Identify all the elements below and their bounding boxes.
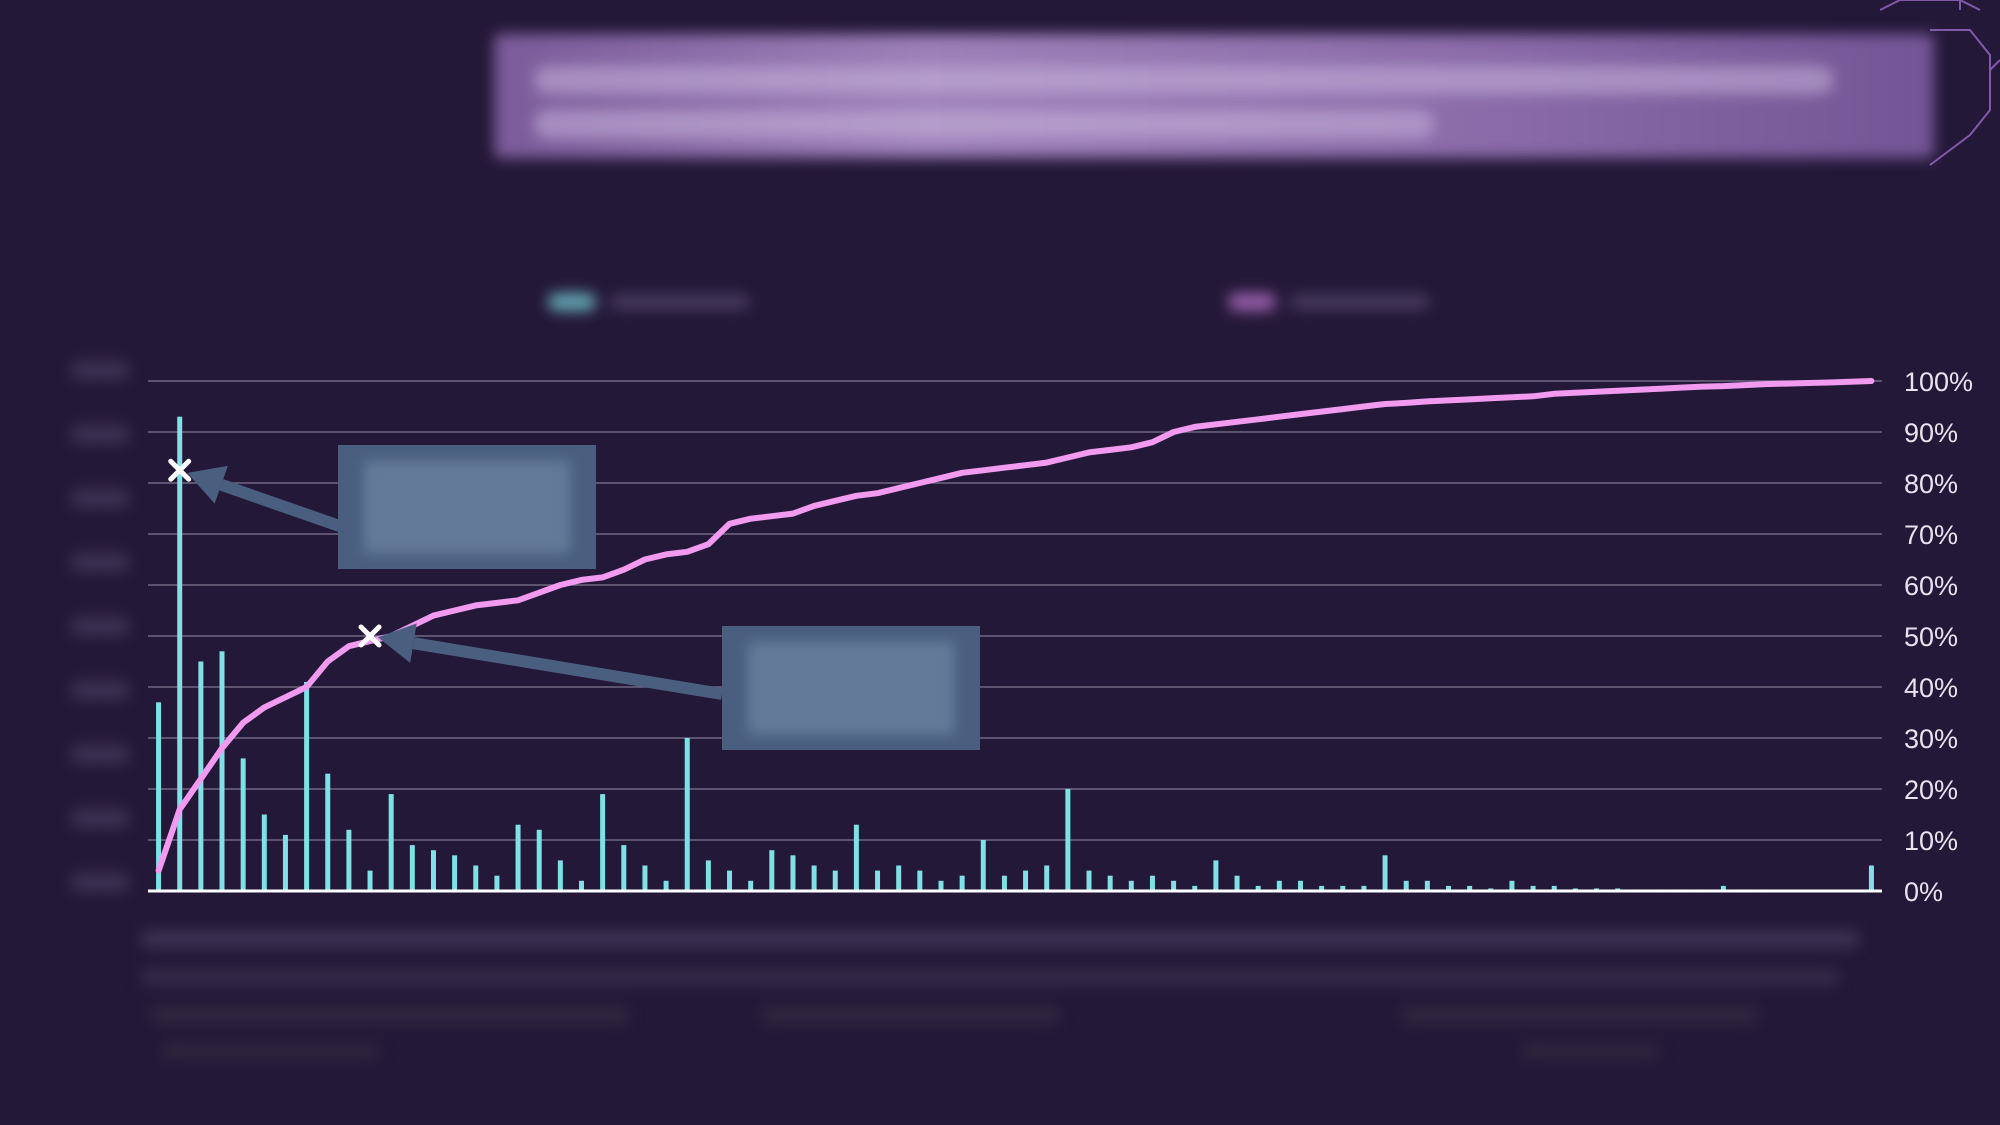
bar — [790, 855, 796, 891]
bar — [938, 880, 944, 891]
bar — [325, 773, 331, 891]
y2-tick-label: 100% — [1904, 367, 1973, 397]
bar — [367, 870, 373, 891]
bar — [240, 758, 246, 891]
bar — [642, 865, 648, 891]
y2-tick-label: 80% — [1904, 469, 1958, 499]
y2-tick-label: 60% — [1904, 571, 1958, 601]
bar — [261, 814, 267, 891]
bar — [748, 880, 754, 891]
annotation — [168, 445, 596, 569]
y2-tick-label: 30% — [1904, 724, 1958, 754]
bar — [621, 845, 627, 891]
bar — [1107, 875, 1113, 891]
bar — [346, 829, 352, 891]
bar — [1868, 865, 1874, 891]
bar — [536, 829, 542, 891]
bar — [769, 850, 775, 891]
bar — [1065, 789, 1071, 891]
bar — [1044, 865, 1050, 891]
bar — [811, 865, 817, 891]
bar — [1001, 875, 1007, 891]
bar — [875, 870, 881, 891]
bar — [684, 738, 690, 891]
bar — [1149, 875, 1155, 891]
y2-tick-label: 70% — [1904, 520, 1958, 550]
y2-tick-label: 20% — [1904, 775, 1958, 805]
annotation-text — [364, 461, 570, 553]
bar — [557, 860, 563, 891]
bar — [1424, 880, 1430, 891]
bar — [515, 824, 521, 891]
bar — [959, 875, 965, 891]
bar — [832, 870, 838, 891]
bar — [1276, 880, 1282, 891]
bar — [1086, 870, 1092, 891]
bar — [663, 880, 669, 891]
bar — [494, 875, 500, 891]
annotation-arrow — [219, 479, 350, 535]
annotation-arrowhead — [377, 623, 417, 663]
y2-tick-label: 90% — [1904, 418, 1958, 448]
bar — [1128, 880, 1134, 891]
bar — [430, 850, 436, 891]
right-axis-ticks: 0% 10% 20% 30% 40% 50% 60% 70% 80% 90% 100% — [1904, 367, 1973, 907]
bar — [1213, 860, 1219, 891]
bar — [1509, 880, 1515, 891]
y2-tick-label: 50% — [1904, 622, 1958, 652]
bar — [409, 845, 415, 891]
y2-tick-label: 10% — [1904, 826, 1958, 856]
bar — [853, 824, 859, 891]
bar — [388, 794, 394, 891]
bar — [1297, 880, 1303, 891]
bar — [452, 855, 458, 891]
bar — [219, 651, 225, 891]
bar — [1403, 880, 1409, 891]
pareto-chart: 0% 10% 20% 30% 40% 50% 60% 70% 80% 90% 100% — [148, 367, 1973, 907]
bar — [600, 794, 606, 891]
y2-tick-label: 40% — [1904, 673, 1958, 703]
bar — [1234, 875, 1240, 891]
bar — [980, 840, 986, 891]
bar — [917, 870, 923, 891]
y2-tick-label: 0% — [1904, 877, 1943, 907]
bar — [304, 681, 310, 891]
bar — [727, 870, 733, 891]
bar — [579, 880, 584, 891]
bar — [1023, 870, 1029, 891]
bar — [1171, 880, 1177, 891]
bar — [473, 865, 479, 891]
bar — [282, 834, 288, 891]
annotation-text — [748, 642, 954, 734]
bar — [1382, 855, 1388, 891]
annotations — [168, 445, 980, 750]
bar — [896, 865, 902, 891]
bar — [705, 860, 711, 891]
